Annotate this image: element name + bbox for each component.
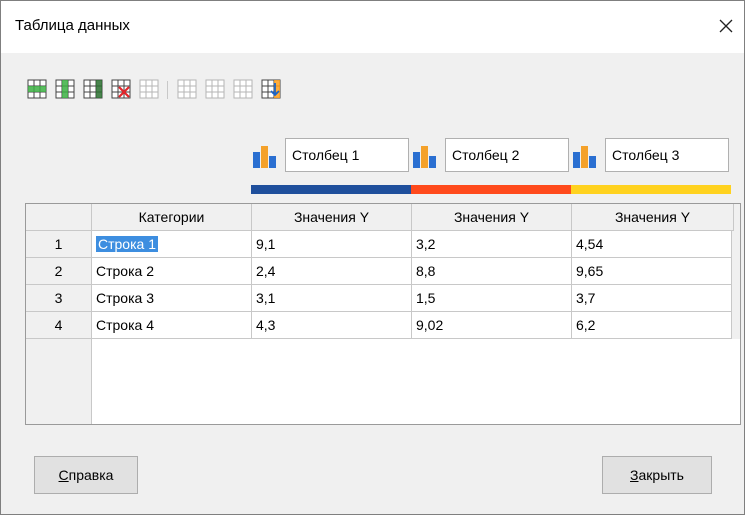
- selected-text: Строка 1: [96, 236, 158, 252]
- column-header-categories: Категории: [92, 204, 252, 231]
- row-number: 4: [26, 312, 92, 339]
- insert-series-icon[interactable]: [55, 79, 75, 99]
- move-right-icon[interactable]: [261, 79, 281, 99]
- column-header-values: Значения Y: [252, 204, 412, 231]
- series-color-bar-1: [251, 185, 411, 194]
- table-cell[interactable]: Строка 2: [92, 258, 252, 285]
- insert-row-icon[interactable]: [27, 79, 47, 99]
- table-cell[interactable]: 9,02: [412, 312, 572, 339]
- move-down-icon: [205, 79, 225, 99]
- close-button[interactable]: Закрыть: [602, 456, 712, 494]
- table-cell[interactable]: 8,8: [412, 258, 572, 285]
- bar-chart-icon: [253, 146, 276, 168]
- delete-row-icon[interactable]: [111, 79, 131, 99]
- column-header-values: Значения Y: [572, 204, 734, 231]
- series-color-bar-3: [571, 185, 731, 194]
- row-number: 2: [26, 258, 92, 285]
- table-cell[interactable]: 3,1: [252, 285, 412, 312]
- close-icon[interactable]: [714, 14, 738, 38]
- data-grid: Категории Значения Y Значения Y Значения…: [25, 203, 741, 425]
- row-number: 1: [26, 231, 92, 258]
- help-button[interactable]: Справка: [34, 456, 138, 494]
- table-cell[interactable]: Строка 3: [92, 285, 252, 312]
- table-cell[interactable]: 3,7: [572, 285, 732, 312]
- corner-cell: [26, 204, 92, 231]
- series-name-input[interactable]: Столбец 1: [285, 138, 409, 172]
- series-name-input[interactable]: Столбец 3: [605, 138, 729, 172]
- table-cell[interactable]: 3,2: [412, 231, 572, 258]
- title-bar: Таблица данных: [1, 1, 744, 53]
- table-cell[interactable]: 2,4: [252, 258, 412, 285]
- help-mnemonic: С: [58, 467, 69, 483]
- series-name-input[interactable]: Столбец 2: [445, 138, 569, 172]
- move-left-icon: [233, 79, 253, 99]
- move-up-icon: [177, 79, 197, 99]
- insert-text-column-icon[interactable]: [83, 79, 103, 99]
- close-mnemonic: З: [630, 467, 639, 483]
- column-header-values: Значения Y: [412, 204, 572, 231]
- table-cell[interactable]: 6,2: [572, 312, 732, 339]
- table-cell[interactable]: Строка 4: [92, 312, 252, 339]
- delete-series-icon: [139, 79, 159, 99]
- table-cell[interactable]: 4,54: [572, 231, 732, 258]
- data-table-dialog: Таблица данных Столбец 1 Столбец 2 Столб…: [0, 0, 745, 515]
- series-color-bar-2: [411, 185, 571, 194]
- row-number-empty: [26, 339, 92, 424]
- dialog-title: Таблица данных: [15, 17, 130, 34]
- table-cell[interactable]: 4,3: [252, 312, 412, 339]
- empty-area: [92, 339, 740, 424]
- table-cell[interactable]: 9,1: [252, 231, 412, 258]
- row-number: 3: [26, 285, 92, 312]
- table-cell[interactable]: Строка 1: [92, 231, 252, 258]
- bar-chart-icon: [573, 146, 596, 168]
- close-label: акрыть: [638, 467, 684, 483]
- toolbar-separator: [167, 81, 168, 99]
- table-cell[interactable]: 1,5: [412, 285, 572, 312]
- table-cell[interactable]: 9,65: [572, 258, 732, 285]
- bar-chart-icon: [413, 146, 436, 168]
- help-label: правка: [68, 467, 114, 483]
